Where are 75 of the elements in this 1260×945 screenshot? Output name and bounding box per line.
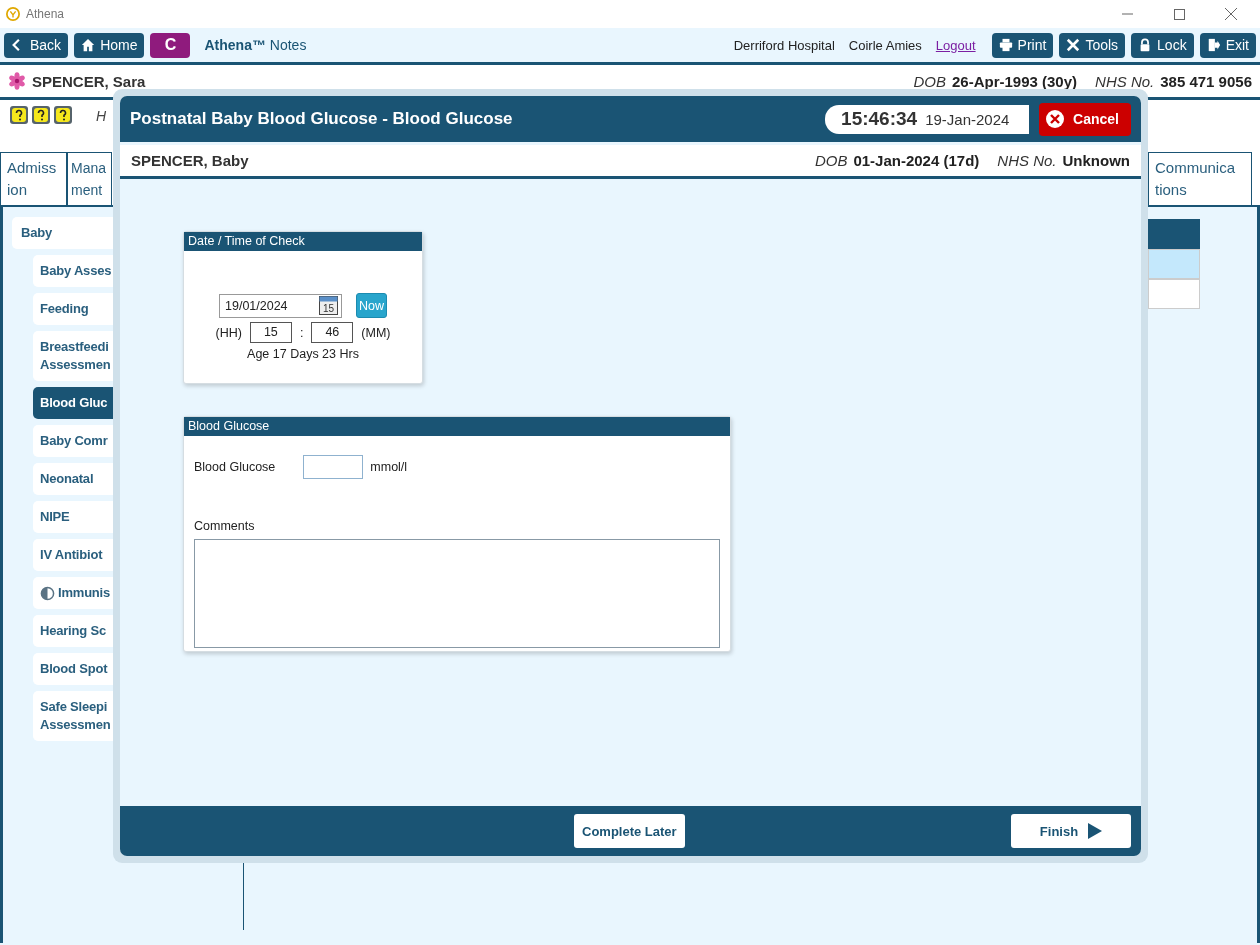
print-icon [998, 38, 1013, 52]
clock-time: 15:46:34 [841, 108, 918, 130]
hours-field[interactable]: 15 [249, 322, 292, 343]
dialog-title: Postnatal Baby Blood Glucose - Blood Glucose [130, 109, 514, 129]
cross-tools-icon [1066, 38, 1081, 52]
sidebar-item[interactable]: Baby Comr [33, 425, 113, 457]
nhs-label: NHS No. [997, 152, 1057, 169]
exit-button[interactable]: Exit [1199, 32, 1256, 58]
sidebar-group[interactable]: Baby [12, 217, 113, 249]
home-icon [81, 38, 96, 52]
comments-field[interactable] [194, 539, 720, 648]
dob-label: DOB [814, 152, 848, 169]
door-arrow-icon [1206, 38, 1221, 52]
field-label: Blood Glucose [194, 460, 276, 474]
question-alert-icon[interactable] [10, 106, 28, 124]
sidebar-item[interactable]: Hearing Sc [33, 615, 113, 647]
baby-name: SPENCER, Baby [131, 152, 249, 169]
minutes-label: (MM) [361, 325, 391, 340]
tab[interactable]: Mana ment [67, 152, 112, 205]
table-header [1148, 219, 1200, 249]
time-separator: : [299, 325, 304, 340]
c-button[interactable]: C [150, 32, 191, 58]
lock-button[interactable]: Lock [1131, 32, 1194, 58]
print-button[interactable]: Print [991, 32, 1054, 58]
maximize-icon[interactable] [1173, 8, 1185, 20]
tab[interactable]: Admiss ion [0, 152, 67, 205]
play-icon [1088, 823, 1103, 839]
close-icon[interactable] [1225, 8, 1237, 20]
sidebar-item[interactable]: Baby Asses [33, 255, 113, 287]
sidebar-item[interactable]: IV Antibiot [33, 539, 113, 571]
hours-label: (HH) [215, 325, 242, 340]
home-button[interactable]: Home [74, 32, 145, 58]
unit-label: mmol/l [370, 460, 408, 474]
panel-title: Date / Time of Check [184, 232, 422, 251]
dob-value: 01-Jan-2024 (17d) [853, 152, 980, 169]
sidebar-item[interactable]: Neonatal [33, 463, 113, 495]
date-field[interactable]: 19/01/2024 15 [219, 293, 342, 318]
window-title: Athena [26, 7, 65, 21]
sidebar-item[interactable]: Feeding [33, 293, 113, 325]
nhs-value: 385 471 9056 [1160, 72, 1252, 90]
sidebar-item[interactable]: Blood Gluc [33, 387, 113, 419]
logout-link[interactable]: Logout [935, 37, 976, 53]
back-button[interactable]: Back [4, 32, 69, 58]
flower-icon [8, 72, 26, 90]
tab[interactable]: Communica tions [1148, 152, 1252, 205]
alert-text: H [96, 108, 107, 124]
calendar-icon[interactable]: 15 [319, 296, 338, 315]
age-text: Age 17 Days 23 Hrs [247, 347, 359, 361]
dob-label: DOB [913, 72, 946, 90]
dob-value: 26-Apr-1993 (30y) [952, 72, 1078, 90]
user-name: Coirle Amies [848, 37, 922, 53]
app-logo-icon [6, 7, 20, 21]
clock-date: 19-Jan-2024 [925, 110, 1010, 128]
close-circle-icon [1045, 109, 1066, 129]
finish-button[interactable]: Finish [1011, 814, 1131, 848]
app-name: Athena™ Notes [204, 37, 307, 53]
complete-later-button[interactable]: Complete Later [574, 814, 685, 848]
half-circle-icon [40, 585, 55, 601]
tools-button[interactable]: Tools [1059, 32, 1126, 58]
question-alert-icon[interactable] [54, 106, 72, 124]
question-alert-icon[interactable] [32, 106, 50, 124]
nhs-value: Unknown [1062, 152, 1130, 169]
minutes-field[interactable]: 46 [311, 322, 354, 343]
sidebar-item[interactable]: NIPE [33, 501, 113, 533]
sidebar-item[interactable]: Safe Sleepi Assessmen [33, 691, 113, 741]
field-label: Comments [194, 519, 256, 533]
sidebar-item[interactable]: Breastfeedi Assessmen [33, 331, 113, 381]
hospital-name: Derriford Hospital [733, 37, 835, 53]
input-field[interactable] [303, 455, 364, 479]
panel-title: Blood Glucose [184, 417, 730, 436]
nhs-label: NHS No. [1095, 72, 1155, 90]
sidebar-item[interactable]: Blood Spot [33, 653, 113, 685]
patient-name: SPENCER, Sara [32, 72, 146, 90]
sidebar-item[interactable]: Immunis [33, 577, 113, 609]
cancel-button[interactable]: Cancel [1039, 102, 1131, 136]
